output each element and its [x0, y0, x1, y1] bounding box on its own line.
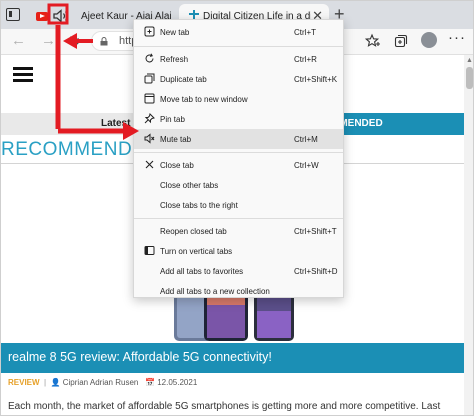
hamburger-menu-icon[interactable] [13, 67, 33, 82]
move-window-icon [144, 93, 155, 104]
nav-latest[interactable]: Latest [101, 118, 130, 129]
favorites-star-icon[interactable] [365, 33, 381, 49]
menu-item-shortcut: Ctrl+R [294, 55, 317, 64]
menu-separator [134, 152, 343, 153]
menu-item-label: Add all tabs to favorites [160, 267, 244, 276]
speaker-icon[interactable] [53, 9, 69, 23]
tab-actions-icon[interactable] [6, 8, 20, 21]
menu-item-label: Move tab to new window [160, 95, 248, 104]
menu-item-label: Duplicate tab [160, 75, 207, 84]
menu-item-shortcut: Ctrl+Shift+K [294, 75, 338, 84]
author-icon: 👤 [50, 378, 61, 387]
back-icon[interactable]: ← [11, 32, 26, 49]
menu-item-close-tab[interactable]: Close tab Ctrl+W [134, 155, 343, 175]
menu-separator [134, 46, 343, 47]
lock-icon [100, 37, 108, 46]
category-badge[interactable]: REVIEW [8, 378, 40, 387]
menu-item-close-other-tabs[interactable]: Close other tabs [134, 175, 343, 195]
youtube-icon [36, 12, 48, 21]
article-date: 12.05.2021 [157, 378, 198, 387]
menu-item-label: Close tabs to the right [160, 201, 238, 210]
more-icon[interactable]: ··· [448, 29, 466, 46]
refresh-icon [145, 53, 154, 63]
menu-item-move-tab[interactable]: Move tab to new window [134, 89, 343, 109]
nav-recommended[interactable]: MMENDED [323, 113, 464, 135]
forward-icon[interactable]: → [41, 32, 56, 49]
article-meta: REVIEW | 👤 Ciprian Adrian Rusen 📅 12.05.… [8, 378, 198, 387]
article-title[interactable]: realme 8 5G review: Affordable 5G connec… [8, 350, 272, 364]
close-icon [145, 160, 154, 169]
menu-item-shortcut: Ctrl+Shift+T [294, 227, 337, 236]
menu-item-shortcut: Ctrl+W [294, 161, 319, 170]
menu-item-refresh[interactable]: Refresh Ctrl+R [134, 49, 343, 69]
article-excerpt: Each month, the market of affordable 5G … [8, 401, 441, 412]
menu-item-add-to-collection[interactable]: Add all tabs to a new collection [134, 281, 343, 301]
menu-item-pin-tab[interactable]: Pin tab [134, 109, 343, 129]
menu-item-vertical-tabs[interactable]: Turn on vertical tabs [134, 241, 343, 261]
menu-item-new-tab[interactable]: New tab Ctrl+T [134, 22, 343, 42]
menu-item-label: New tab [160, 28, 190, 37]
refresh-icon[interactable]: ↻ [69, 33, 81, 50]
menu-separator [134, 218, 343, 219]
author-name[interactable]: Ciprian Adrian Rusen [63, 378, 139, 387]
calendar-icon: 📅 [145, 378, 155, 387]
vertical-tabs-icon [144, 246, 155, 255]
new-tab-icon [144, 26, 155, 37]
menu-item-close-tabs-right[interactable]: Close tabs to the right [134, 195, 343, 215]
menu-item-label: Close tab [160, 161, 194, 170]
menu-item-add-to-favorites[interactable]: Add all tabs to favorites Ctrl+Shift+D [134, 261, 343, 281]
menu-item-label: Close other tabs [160, 181, 219, 190]
vertical-scrollbar[interactable]: ▲ [464, 55, 473, 415]
menu-item-label: Turn on vertical tabs [160, 247, 233, 256]
menu-item-mute-tab[interactable]: Mute tab Ctrl+M [134, 129, 343, 149]
scroll-up-icon[interactable]: ▲ [466, 57, 473, 64]
article-title-banner[interactable]: realme 8 5G review: Affordable 5G connec… [1, 343, 464, 373]
menu-item-label: Refresh [160, 55, 189, 64]
menu-item-label: Pin tab [160, 115, 185, 124]
duplicate-tab-icon [144, 73, 155, 84]
pin-icon [144, 113, 155, 124]
profile-avatar-icon[interactable] [421, 32, 437, 48]
menu-item-duplicate-tab[interactable]: Duplicate tab Ctrl+Shift+K [134, 69, 343, 89]
menu-item-reopen-closed-tab[interactable]: Reopen closed tab Ctrl+Shift+T [134, 221, 343, 241]
tab-context-menu: New tab Ctrl+T Refresh Ctrl+R Duplicate … [133, 19, 344, 298]
menu-item-shortcut: Ctrl+M [294, 135, 318, 144]
menu-item-label: Mute tab [160, 135, 192, 144]
collections-icon[interactable] [393, 33, 409, 49]
browser-window: Ajeet Kaur - Ajai Alai - YouTube Digital… [0, 0, 474, 416]
menu-item-shortcut: Ctrl+T [294, 28, 316, 37]
menu-item-label: Add all tabs to a new collection [160, 287, 270, 296]
scroll-thumb[interactable] [466, 67, 473, 89]
menu-item-label: Reopen closed tab [160, 227, 227, 236]
menu-item-shortcut: Ctrl+Shift+D [294, 267, 338, 276]
mute-icon [144, 133, 155, 144]
